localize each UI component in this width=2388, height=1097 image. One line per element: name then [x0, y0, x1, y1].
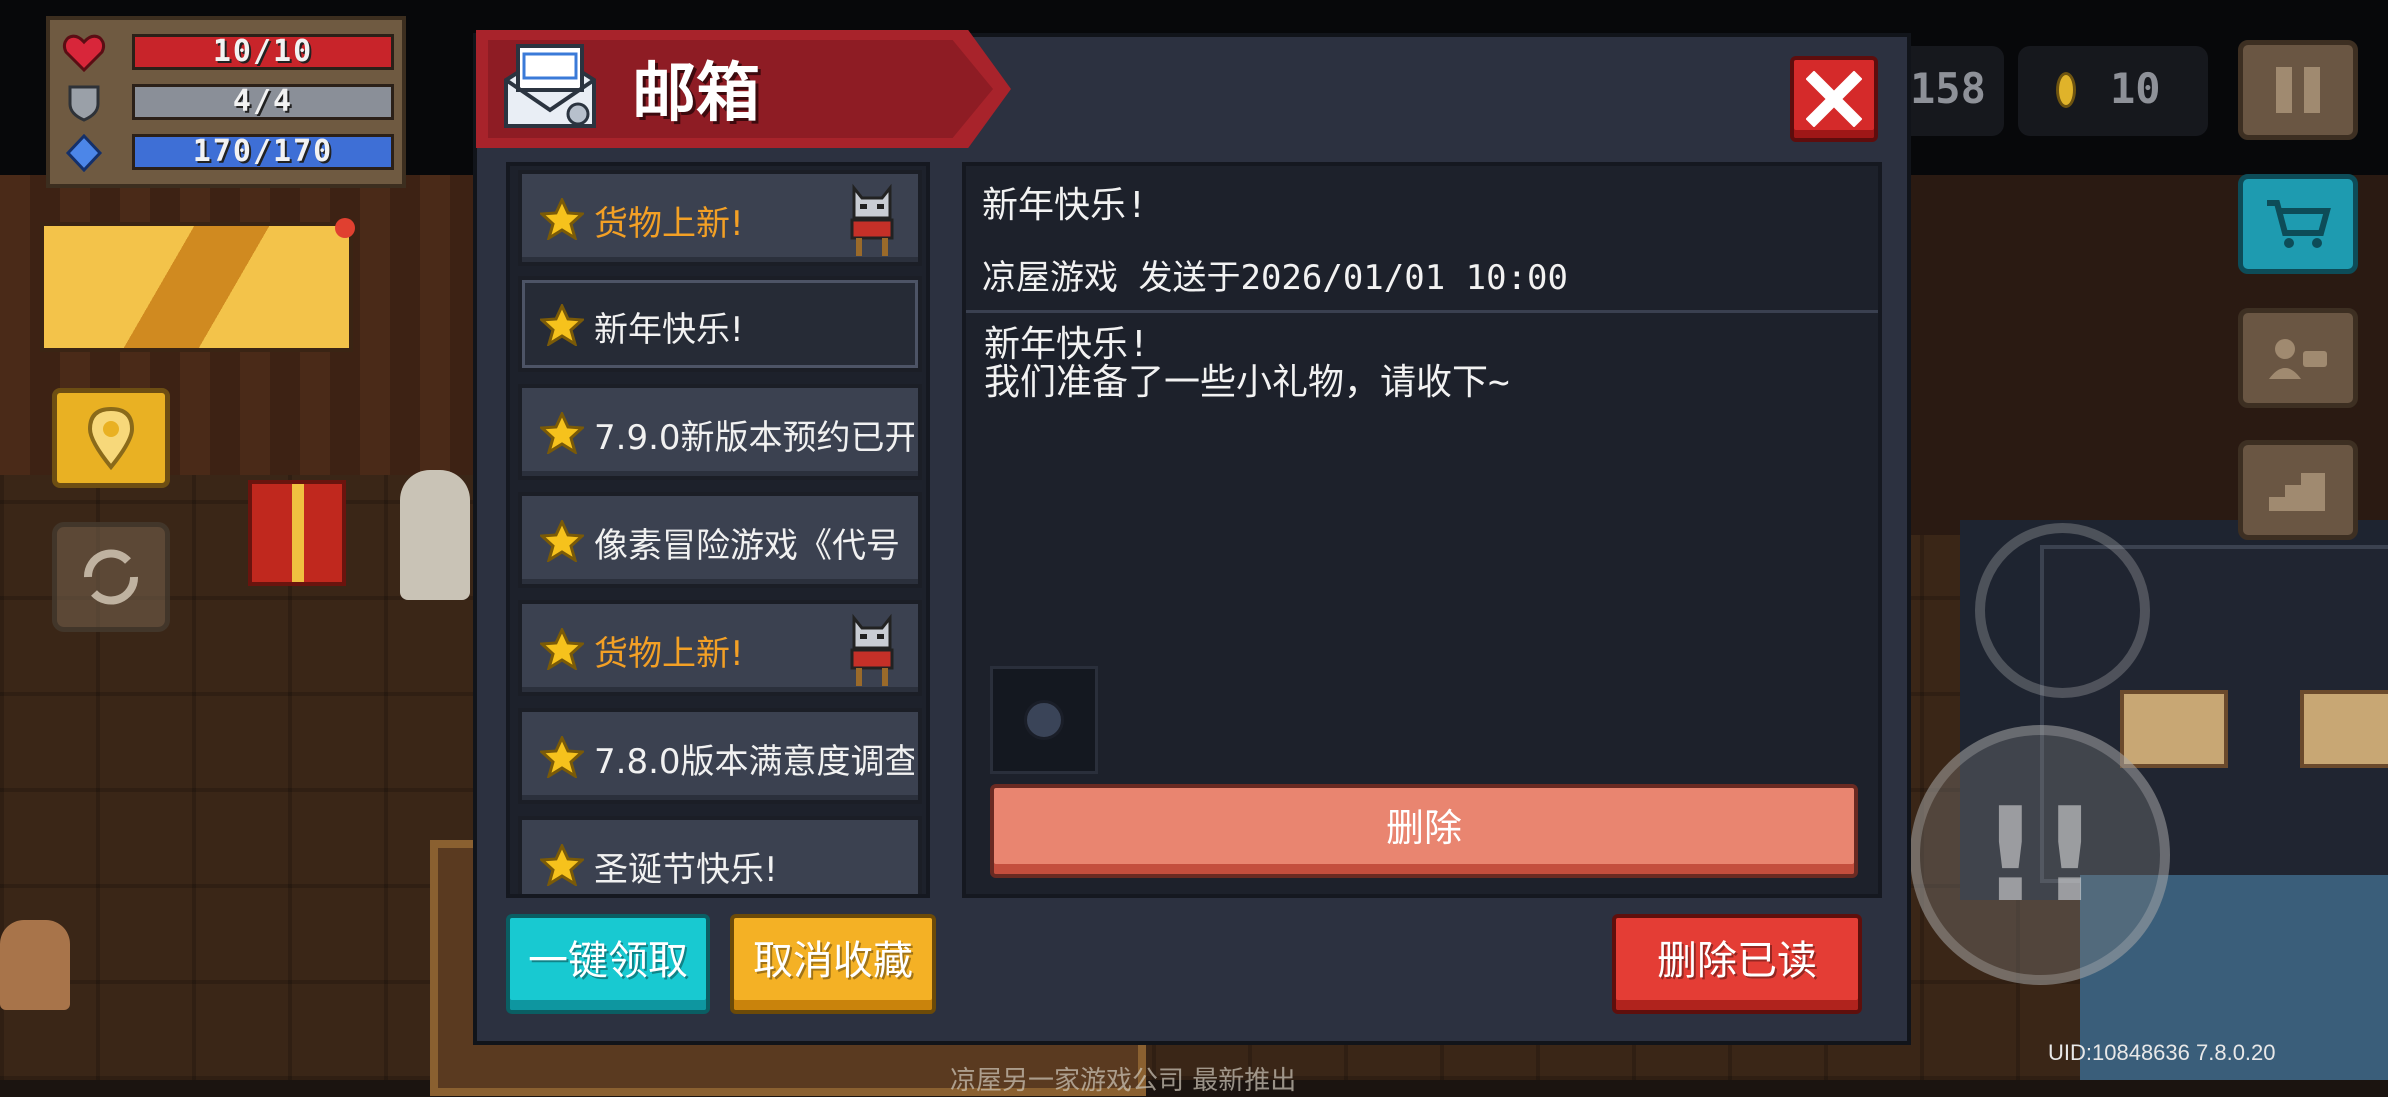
shopping-cart-icon [2267, 200, 2331, 248]
delete-read-button[interactable]: 删除已读 [1612, 914, 1862, 1014]
delete-button[interactable]: 删除 [990, 784, 1858, 878]
mail-item[interactable]: 像素冒险游戏《代号 [518, 492, 922, 588]
profile-button[interactable] [2238, 308, 2358, 408]
mail-list[interactable]: 货物上新! 新年快乐! 7.9.0新版本预约已开 像素冒险游戏《代号 货物上新!… [506, 162, 930, 898]
mail-item[interactable]: 货物上新! [518, 170, 922, 266]
health-row: 10/10 [62, 32, 394, 74]
claim-all-button[interactable]: 一键领取 [506, 914, 710, 1014]
event-banner[interactable] [40, 222, 353, 352]
energy-value: 170/170 [192, 134, 334, 169]
exit-stairs-icon [2269, 473, 2325, 511]
armor-bar: 4/4 [132, 84, 394, 120]
mail-item-label: 7.8.0版本满意度调查 [594, 742, 914, 782]
pedestal [400, 470, 470, 600]
exclamation-icon: !! [1980, 779, 2100, 931]
background-caption: 凉屋另一家游戏公司 最新推出 [950, 1066, 1297, 1096]
cat-shopkeeper-icon [850, 613, 894, 686]
star-icon [540, 736, 584, 778]
wall-poster [2120, 690, 2228, 768]
star-icon [540, 628, 584, 670]
close-button[interactable] [1790, 56, 1878, 142]
mail-item[interactable]: 7.9.0新版本预约已开 [518, 384, 922, 480]
switch-button[interactable] [52, 522, 170, 632]
diamond-icon [65, 134, 103, 172]
player-stats-panel: 10/10 4/4 170/170 [46, 16, 406, 188]
star-icon [540, 520, 584, 562]
mail-sender-line: 凉屋游戏 发送于2026/01/01 10:00 [982, 258, 1568, 298]
shield-icon [68, 85, 100, 122]
uid-version: UID:10848636 7.8.0.20 [2048, 1040, 2276, 1065]
coin-counter: 10 [2018, 46, 2208, 136]
profile-card-icon [2269, 339, 2327, 379]
mail-item[interactable]: 货物上新! [518, 600, 922, 696]
coin-value: 10 [2110, 64, 2161, 113]
shop-button[interactable] [2238, 174, 2358, 274]
health-bar: 10/10 [132, 34, 394, 70]
weapon-swap-button[interactable] [1975, 523, 2150, 698]
gem-counter: 158 [1898, 46, 2004, 136]
mail-detail-title: 新年快乐! [982, 185, 1148, 226]
detail-divider [966, 310, 1878, 313]
cat-shopkeeper-icon [850, 183, 894, 256]
attachment-slot[interactable] [990, 666, 1098, 774]
star-icon [540, 304, 584, 346]
armor-row: 4/4 [62, 82, 394, 124]
mail-body-text: 新年快乐! 我们准备了一些小礼物，请收下~ [984, 324, 1510, 403]
energy-row: 170/170 [62, 132, 394, 174]
star-icon [540, 844, 584, 886]
star-icon [540, 412, 584, 454]
dialog-title: 邮箱 [632, 57, 760, 131]
mail-item-label: 圣诞节快乐! [594, 850, 778, 890]
wall-poster-2 [2300, 690, 2388, 768]
heart-icon [62, 34, 106, 72]
unfavorite-button[interactable]: 取消收藏 [730, 914, 936, 1014]
exit-button[interactable] [2238, 440, 2358, 540]
skill-button[interactable]: !! [1910, 725, 2170, 985]
npc-character [0, 920, 70, 1010]
mail-envelope-icon [504, 44, 596, 128]
pause-button[interactable] [2238, 40, 2358, 140]
location-pin-icon [87, 406, 135, 471]
health-value: 10/10 [212, 34, 314, 69]
mail-item[interactable]: 7.8.0版本满意度调查 [518, 708, 922, 804]
notification-dot [335, 218, 355, 238]
close-x-icon [1806, 71, 1862, 127]
pause-icon [2276, 67, 2320, 113]
attachment-item-icon [1024, 700, 1064, 740]
map-marker-button[interactable] [52, 388, 170, 488]
mail-item[interactable]: 圣诞节快乐! [518, 816, 922, 894]
mail-item-label: 像素冒险游戏《代号 [594, 526, 900, 566]
mail-item-label: 新年快乐! [594, 310, 744, 350]
mail-item-selected[interactable]: 新年快乐! [518, 276, 922, 372]
coin-icon [2056, 72, 2076, 108]
refresh-arrows-icon [83, 549, 139, 605]
mail-item-label: 7.9.0新版本预约已开 [594, 418, 914, 458]
gift-box[interactable] [248, 480, 346, 586]
energy-bar: 170/170 [132, 134, 394, 170]
gem-value: 158 [1910, 64, 1986, 113]
star-icon [540, 198, 584, 240]
armor-value: 4/4 [232, 84, 294, 119]
